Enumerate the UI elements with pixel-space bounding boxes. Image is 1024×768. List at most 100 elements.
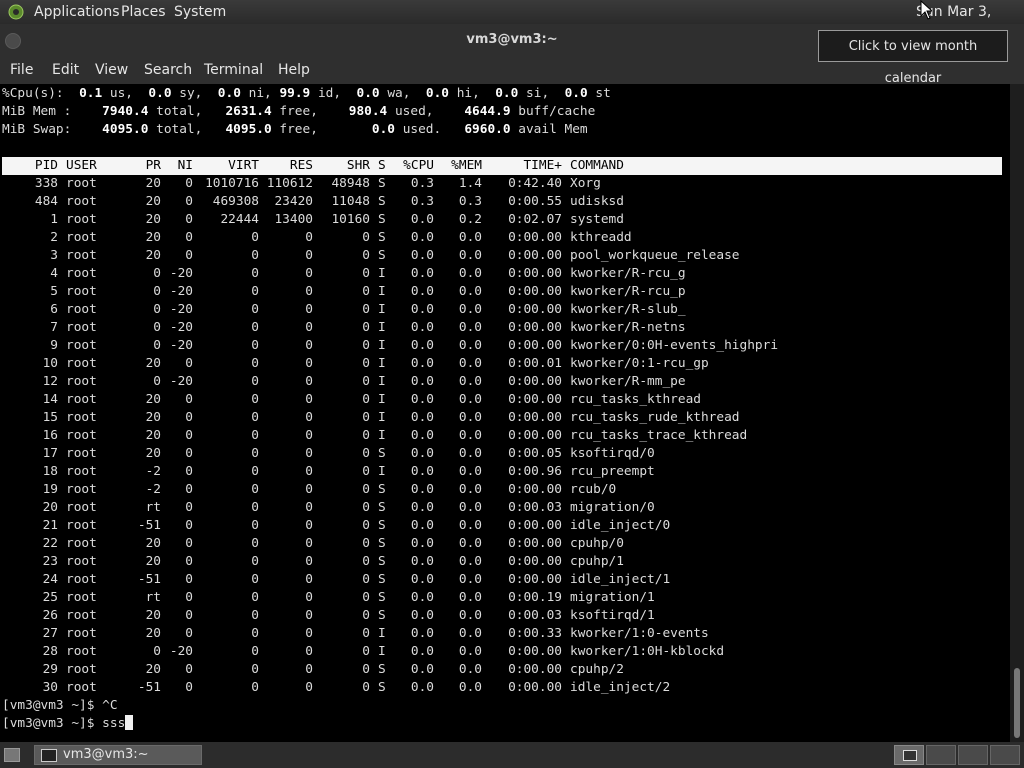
cell-res: 0: [305, 392, 313, 407]
cell-time: 0:00.00: [508, 338, 562, 353]
cell-mem: 0.0: [458, 392, 482, 407]
cell-state: I: [378, 374, 386, 389]
cell-pr: rt: [145, 500, 161, 515]
cell-virt: 0: [251, 608, 259, 623]
cell-time: 0:00.00: [508, 374, 562, 389]
cell-cpu: 0.0: [410, 266, 434, 281]
shell-input[interactable]: sss: [102, 716, 125, 731]
cell-mem: 0.0: [458, 644, 482, 659]
column-header-pr: PR: [145, 158, 161, 173]
cell-state: S: [378, 230, 386, 245]
cell-command: rcub/0: [570, 482, 617, 497]
process-row: 17 root 20 0 0 0 0 S 0.0 0.0 0:00.05 ksoftirqd/0: [0, 445, 1010, 463]
cell-command: rcu_tasks_kthread: [570, 392, 701, 407]
cell-user: root: [66, 590, 97, 605]
cell-user: root: [66, 194, 97, 209]
cell-command: rcu_tasks_trace_kthread: [570, 428, 748, 443]
scrollbar-thumb[interactable]: [1014, 668, 1020, 738]
mouse-pointer-icon: [920, 0, 932, 20]
cell-command: pool_workqueue_release: [570, 248, 740, 263]
cell-shr: 0: [362, 392, 370, 407]
cell-time: 0:00.00: [508, 680, 562, 695]
menu-help[interactable]: Help: [278, 56, 310, 84]
cell-time: 0:00.00: [508, 482, 562, 497]
show-desktop-icon[interactable]: [4, 748, 20, 762]
process-row: 4 root 0 -20 0 0 0 I 0.0 0.0 0:00.00 kworker/R-rcu_…: [0, 265, 1010, 283]
menu-file[interactable]: File: [10, 56, 33, 84]
cell-pid: 12: [42, 374, 58, 389]
menu-edit[interactable]: Edit: [52, 56, 79, 84]
workspace-1[interactable]: [894, 745, 924, 765]
cell-user: root: [66, 428, 97, 443]
cell-cpu: 0.0: [410, 410, 434, 425]
cell-state: I: [378, 464, 386, 479]
cell-shr: 0: [362, 680, 370, 695]
cell-cpu: 0.0: [410, 248, 434, 263]
clock[interactable]: Sun Mar 3, 22:44: [916, 0, 1024, 44]
cell-mem: 0.0: [458, 446, 482, 461]
cell-state: S: [378, 536, 386, 551]
shell-prompt-line[interactable]: [vm3@vm3 ~]$ sss: [2, 715, 134, 733]
cell-ni: 0: [185, 464, 193, 479]
cell-time: 0:00.00: [508, 536, 562, 551]
cell-pr: 20: [145, 410, 161, 425]
cell-ni: -20: [169, 284, 193, 299]
cell-virt: 0: [251, 626, 259, 641]
cell-virt: 0: [251, 662, 259, 677]
cell-pr: 20: [145, 446, 161, 461]
cell-pid: 24: [42, 572, 58, 587]
cell-cpu: 0.0: [410, 230, 434, 245]
cell-user: root: [66, 626, 97, 641]
cell-ni: 0: [185, 536, 193, 551]
cell-user: root: [66, 500, 97, 515]
workspace-3[interactable]: [958, 745, 988, 765]
cell-shr: 11048: [331, 194, 370, 209]
process-row: 338 root 20 0 1010716 110612 48948 S 0.3 1.4 0:42.…: [0, 175, 1010, 193]
column-header-pid: PID: [34, 158, 58, 173]
cell-virt: 469308: [212, 194, 259, 209]
cell-ni: 0: [185, 194, 193, 209]
cell-state: I: [378, 302, 386, 317]
cell-res: 0: [305, 248, 313, 263]
menu-places[interactable]: Places: [121, 0, 166, 24]
menu-search[interactable]: Search: [144, 56, 192, 84]
cell-virt: 0: [251, 302, 259, 317]
cell-command: kworker/R-rcu_p: [570, 284, 686, 299]
terminal-scrollbar[interactable]: [1010, 84, 1024, 742]
cell-ni: -20: [169, 644, 193, 659]
cell-virt: 0: [251, 392, 259, 407]
cell-mem: 0.0: [458, 284, 482, 299]
cell-res: 0: [305, 464, 313, 479]
cell-cpu: 0.0: [410, 374, 434, 389]
cell-virt: 0: [251, 284, 259, 299]
cell-res: 23420: [274, 194, 313, 209]
taskbar-window-button[interactable]: vm3@vm3:~: [34, 745, 202, 765]
menu-system[interactable]: System: [174, 0, 226, 24]
cell-pr: 20: [145, 194, 161, 209]
cell-cpu: 0.0: [410, 482, 434, 497]
cell-virt: 0: [251, 266, 259, 281]
cell-time: 0:00.00: [508, 320, 562, 335]
cell-mem: 0.0: [458, 680, 482, 695]
mem-summary-line: MiB Mem : 7940.4 total, 2631.4 free, 980…: [2, 104, 596, 119]
menu-terminal[interactable]: Terminal: [204, 56, 263, 84]
cell-time: 0:00.03: [508, 608, 562, 623]
cell-shr: 0: [362, 356, 370, 371]
workspace-2[interactable]: [926, 745, 956, 765]
terminal-screen[interactable]: %Cpu(s): 0.1 us, 0.0 sy, 0.0 ni, 99.9 id…: [0, 84, 1010, 742]
cell-mem: 0.0: [458, 482, 482, 497]
cell-shr: 0: [362, 554, 370, 569]
cell-mem: 0.0: [458, 572, 482, 587]
cell-time: 0:00.00: [508, 428, 562, 443]
cell-cpu: 0.0: [410, 680, 434, 695]
shell-history-line: [vm3@vm3 ~]$ ^C: [2, 698, 118, 713]
cell-pid: 3: [50, 248, 58, 263]
cell-mem: 0.0: [458, 374, 482, 389]
cell-res: 0: [305, 590, 313, 605]
cell-cpu: 0.0: [410, 572, 434, 587]
menu-view[interactable]: View: [95, 56, 128, 84]
menu-applications[interactable]: Applications: [34, 0, 120, 24]
cell-pid: 25: [42, 590, 58, 605]
cell-virt: 0: [251, 644, 259, 659]
workspace-4[interactable]: [990, 745, 1020, 765]
